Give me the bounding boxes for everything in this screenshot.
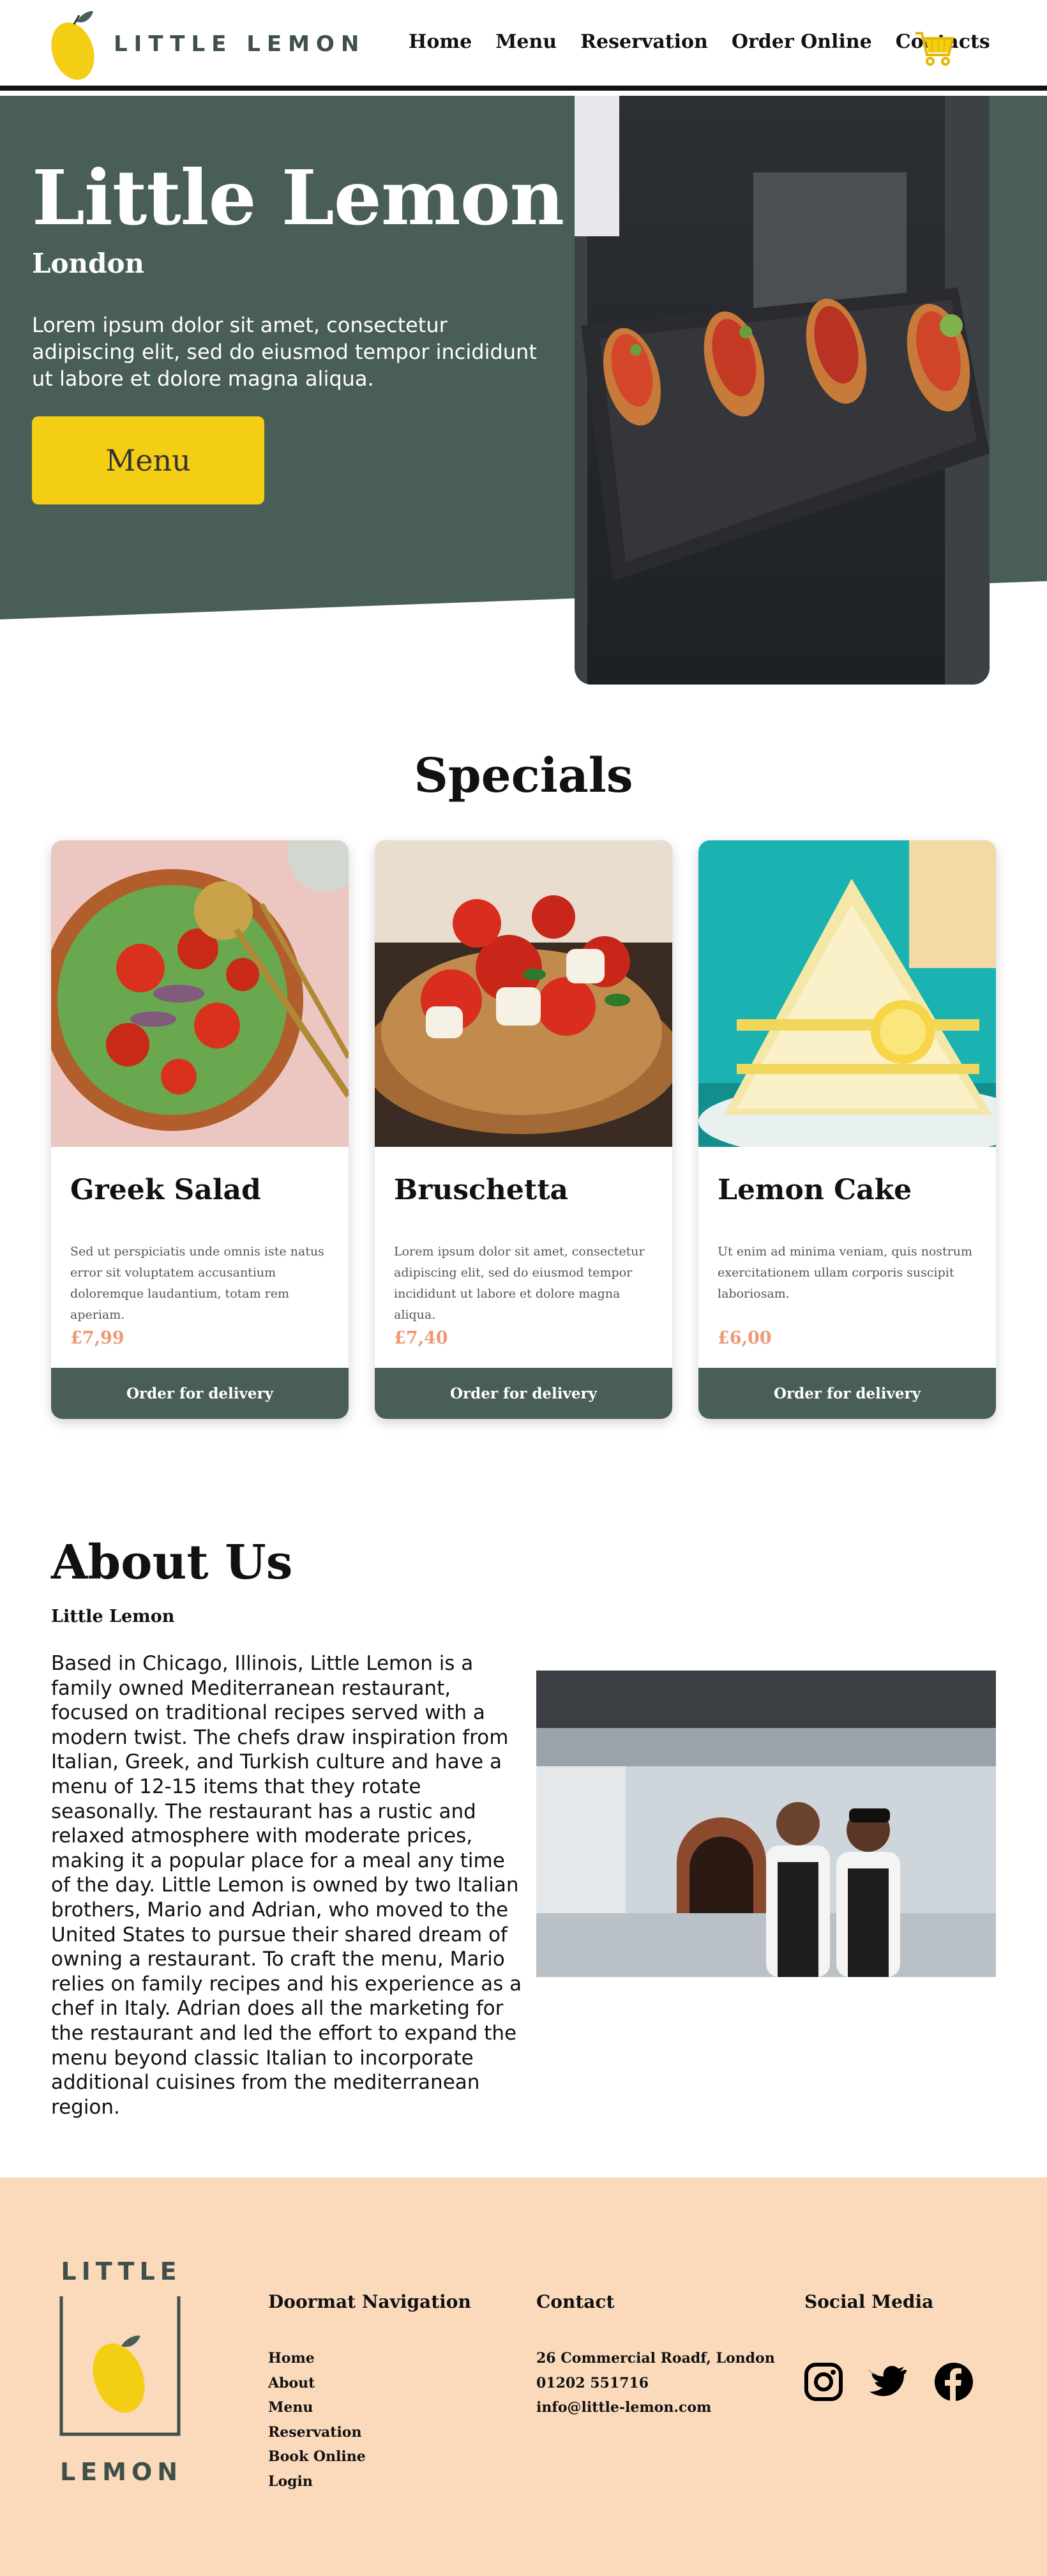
- twitter-icon[interactable]: [866, 2361, 909, 2402]
- about-subtitle: Little Lemon: [51, 1607, 175, 1626]
- order-delivery-button[interactable]: Order for delivery: [698, 1368, 996, 1419]
- main-nav: Home Menu Reservation Order Online Conta…: [409, 31, 990, 53]
- contact-phone[interactable]: 01202 551716: [536, 2371, 775, 2396]
- footer-logo-top-text: LITTLE: [61, 2257, 181, 2285]
- footer-nav-title: Doormat Navigation: [268, 2291, 471, 2312]
- hero-food-image: [575, 96, 990, 685]
- nav-reservation[interactable]: Reservation: [580, 31, 708, 53]
- footer-link-menu[interactable]: Menu: [268, 2395, 366, 2420]
- hero-description: Lorem ipsum dolor sit amet, consectetur …: [32, 313, 537, 391]
- footer-social-title: Social Media: [804, 2291, 934, 2312]
- nav-home[interactable]: Home: [409, 31, 472, 53]
- hero-menu-button[interactable]: Menu: [32, 416, 264, 504]
- footer-link-reservation[interactable]: Reservation: [268, 2420, 366, 2445]
- about-title: About Us: [51, 1535, 293, 1590]
- card-description: Ut enim ad minima veniam, quis nostrum e…: [718, 1245, 972, 1301]
- footer-nav-list: Home About Menu Reservation Book Online …: [268, 2346, 366, 2494]
- contact-address: 26 Commercial Roadf, London: [536, 2350, 775, 2367]
- card-title: Bruschetta: [394, 1174, 569, 1206]
- greek-salad-image: [51, 840, 349, 1147]
- hero-subtitle: London: [32, 248, 144, 279]
- site-header: LITTLE LEMON Home Menu Reservation Order…: [0, 0, 1047, 91]
- footer-link-login[interactable]: Login: [268, 2469, 366, 2494]
- chefs-image: [536, 1671, 996, 1977]
- footer-link-about[interactable]: About: [268, 2371, 366, 2396]
- cart-icon[interactable]: [913, 27, 955, 69]
- logo[interactable]: LITTLE LEMON: [51, 5, 365, 83]
- card-title: Greek Salad: [70, 1174, 261, 1206]
- contact-email[interactable]: info@little-lemon.com: [536, 2395, 775, 2420]
- site-footer: LITTLE LEMON Doormat Navigation Home Abo…: [0, 2178, 1047, 2576]
- order-delivery-button[interactable]: Order for delivery: [375, 1368, 672, 1419]
- lemon-logo-icon: [51, 11, 94, 80]
- about-description: Based in Chicago, Illinois, Little Lemon…: [51, 1652, 522, 2119]
- nav-menu[interactable]: Menu: [495, 31, 557, 53]
- footer-link-book-online[interactable]: Book Online: [268, 2444, 366, 2469]
- special-card-bruschetta: Bruschetta Lorem ipsum dolor sit amet, c…: [375, 840, 672, 1419]
- card-description: Sed ut perspiciatis unde omnis iste natu…: [70, 1245, 324, 1322]
- special-card-greek-salad: Greek Salad Sed ut perspiciatis unde omn…: [51, 840, 349, 1419]
- nav-order-online[interactable]: Order Online: [732, 31, 872, 53]
- social-icons: [803, 2361, 974, 2402]
- instagram-icon[interactable]: [803, 2361, 844, 2402]
- hero-title: Little Lemon: [32, 153, 564, 242]
- order-delivery-button[interactable]: Order for delivery: [51, 1368, 349, 1419]
- footer-logo[interactable]: LITTLE LEMON: [57, 2257, 185, 2487]
- specials-title: Specials: [414, 748, 633, 803]
- card-description: Lorem ipsum dolor sit amet, consectetur …: [394, 1245, 645, 1322]
- footer-contact-title: Contact: [536, 2291, 615, 2312]
- footer-logo-bottom-text: LEMON: [60, 2458, 183, 2486]
- lemon-cake-image: [698, 840, 996, 1147]
- special-card-lemon-cake: Lemon Cake Ut enim ad minima veniam, qui…: [698, 840, 996, 1419]
- footer-contact-list: 26 Commercial Roadf, London 01202 551716…: [536, 2346, 775, 2420]
- footer-link-home[interactable]: Home: [268, 2346, 366, 2371]
- card-price: £7,40: [394, 1328, 448, 1348]
- card-price: £7,99: [70, 1328, 124, 1348]
- card-title: Lemon Cake: [718, 1174, 912, 1206]
- card-price: £6,00: [718, 1328, 772, 1348]
- logo-text: LITTLE LEMON: [114, 31, 366, 57]
- facebook-icon[interactable]: [933, 2361, 974, 2402]
- bruschetta-image: [375, 840, 672, 1147]
